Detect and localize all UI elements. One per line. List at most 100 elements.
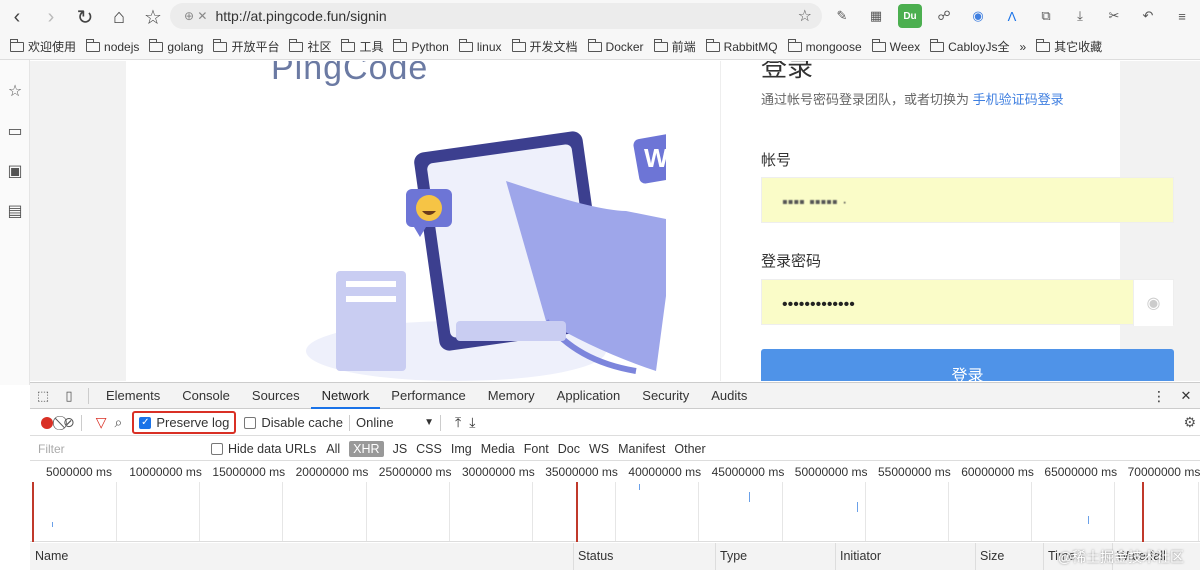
bookmark-item[interactable]: mongoose [787, 38, 862, 54]
folder-icon [393, 38, 408, 52]
tab-memory[interactable]: Memory [477, 383, 546, 409]
lambda-extension-icon[interactable]: Λ [1000, 4, 1024, 28]
reload-icon[interactable]: ↻ [68, 0, 102, 34]
inspect-icon[interactable]: ⬚ [30, 383, 56, 409]
tab-network[interactable]: Network [310, 383, 381, 409]
filter-funnel-icon[interactable]: ▽ [96, 414, 107, 431]
pen-icon[interactable]: ✎ [830, 4, 854, 28]
tab-elements[interactable]: Elements [95, 383, 171, 409]
toolbar-separator [440, 414, 441, 431]
bookmark-item[interactable]: nodejs [86, 38, 139, 54]
filter-input[interactable]: Filter [34, 439, 199, 459]
bookmark-star-icon[interactable]: ☆ [136, 0, 170, 34]
bookmark-item[interactable]: 其它收藏 [1036, 38, 1102, 55]
type-filter-font[interactable]: Font [524, 442, 549, 456]
throttle-select[interactable]: Online ▼ [356, 415, 434, 430]
column-status[interactable]: Status [578, 549, 613, 563]
watermark: @稀土掘金技术社区 [1057, 549, 1184, 565]
bookmark-item[interactable]: Python [393, 38, 449, 54]
bookmark-item[interactable]: 前端 [653, 38, 696, 55]
timeline-tick: 20000000 ms [295, 465, 369, 479]
reading-icon[interactable]: ▭ [4, 120, 26, 142]
type-filter-media[interactable]: Media [481, 442, 515, 456]
scissors-icon[interactable]: ✂ [1102, 4, 1126, 28]
column-size[interactable]: Size [980, 549, 1004, 563]
bookmark-label: 欢迎使用 [28, 40, 77, 54]
back-icon[interactable]: ‹ [0, 0, 34, 34]
type-filter-css[interactable]: CSS [416, 442, 442, 456]
bookmark-item[interactable]: 社区 [289, 38, 331, 55]
favorites-icon[interactable]: ☆ [4, 80, 26, 102]
devtools-close-icon[interactable]: ✕ [1176, 383, 1196, 409]
bookmark-label: 开放平台 [231, 40, 280, 54]
record-icon[interactable] [41, 416, 53, 429]
hide-data-urls-label: Hide data URLs [228, 441, 317, 456]
menu-icon[interactable]: ≡ [1170, 4, 1194, 28]
tab-security[interactable]: Security [631, 383, 700, 409]
forward-icon[interactable]: › [34, 0, 68, 34]
type-filter-js[interactable]: JS [393, 442, 408, 456]
type-filter-manifest[interactable]: Manifest [618, 442, 665, 456]
bookmark-label: » [1019, 39, 1027, 54]
bookmark-item[interactable]: 欢迎使用 [10, 38, 76, 55]
calculator-icon[interactable]: ▦ [864, 4, 888, 28]
bookmark-item[interactable]: 工具 [341, 38, 383, 55]
insecure-icon: ⊕ ✕ [184, 9, 208, 23]
request-bar [749, 492, 750, 502]
download-icon[interactable]: ⤓ [1068, 4, 1092, 28]
type-filter-img[interactable]: Img [451, 442, 472, 456]
password-input[interactable]: ••••••••••••• ◉ [761, 279, 1174, 326]
du-extension-icon[interactable]: Du [898, 4, 922, 28]
bookmark-item[interactable]: » [1019, 40, 1026, 54]
disable-cache-checkbox[interactable]: Disable cache [244, 415, 343, 430]
tab-console[interactable]: Console [171, 383, 241, 409]
timeline-tick: 5000000 ms [46, 465, 113, 479]
notes-icon[interactable]: ▤ [4, 200, 26, 222]
graph-extension-icon[interactable]: ☍ [932, 4, 956, 28]
svg-text:W: W [644, 143, 666, 173]
bookmark-item[interactable]: 开发文档 [511, 38, 578, 55]
bookmark-item[interactable]: Weex [871, 38, 920, 54]
tab-sources[interactable]: Sources [241, 383, 311, 409]
tab-application[interactable]: Application [546, 383, 632, 409]
column-type[interactable]: Type [720, 549, 747, 563]
preserve-log-checkbox[interactable]: ✓ Preserve log [132, 411, 237, 434]
import-har-icon[interactable]: ⤒ [455, 414, 461, 431]
devtools-more-icon[interactable]: ⋮ [1146, 383, 1172, 409]
undo-icon[interactable]: ↶ [1136, 4, 1160, 28]
bookmark-item[interactable]: CabloyJs全 [930, 38, 1009, 55]
column-name[interactable]: Name [35, 549, 68, 563]
type-filter-ws[interactable]: WS [589, 442, 609, 456]
show-password-icon[interactable]: ◉ [1133, 280, 1173, 326]
device-toggle-icon[interactable]: ▯ [56, 383, 82, 409]
page-star-icon[interactable]: ☆ [798, 6, 812, 26]
screenshot-icon[interactable]: ▣ [4, 160, 26, 182]
account-input[interactable]: ▪▪▪▪ ▪▪▪▪▪ · [761, 177, 1174, 223]
login-button[interactable]: 登录 [761, 349, 1174, 381]
export-har-icon[interactable]: ⤓ [469, 414, 475, 431]
column-separator [1043, 543, 1044, 570]
type-filter-all[interactable]: All [326, 442, 340, 456]
settings-gear-icon[interactable]: ⚙ [1183, 414, 1196, 431]
tab-audits[interactable]: Audits [700, 383, 758, 409]
copy-icon[interactable]: ⧉ [1034, 4, 1058, 28]
type-filter-doc[interactable]: Doc [558, 442, 580, 456]
type-filter-xhr[interactable]: XHR [349, 440, 384, 457]
type-filter-other[interactable]: Other [674, 442, 705, 456]
bookmark-item[interactable]: linux [458, 38, 502, 54]
bookmark-item[interactable]: RabbitMQ [705, 38, 778, 54]
devtools-tab-list: Elements Console Sources Network Performance… [95, 383, 758, 409]
home-icon[interactable]: ⌂ [102, 0, 136, 34]
tab-performance[interactable]: Performance [380, 383, 476, 409]
address-bar[interactable]: ⊕ ✕ http://at.pingcode.fun/signin ☆ [170, 3, 822, 29]
folder-icon [871, 38, 886, 52]
bookmark-item[interactable]: Docker [587, 38, 644, 54]
column-initiator[interactable]: Initiator [840, 549, 881, 563]
bookmark-item[interactable]: 开放平台 [213, 38, 279, 55]
circle-extension-icon[interactable]: ◉ [966, 4, 990, 28]
search-icon[interactable]: ⌕ [115, 414, 123, 431]
hide-data-urls-checkbox[interactable]: Hide data URLs [211, 442, 316, 456]
sms-login-link[interactable]: 手机验证码登录 [973, 92, 1064, 107]
clear-icon[interactable]: ⃠⊘ [63, 414, 75, 431]
bookmark-item[interactable]: golang [149, 38, 203, 54]
